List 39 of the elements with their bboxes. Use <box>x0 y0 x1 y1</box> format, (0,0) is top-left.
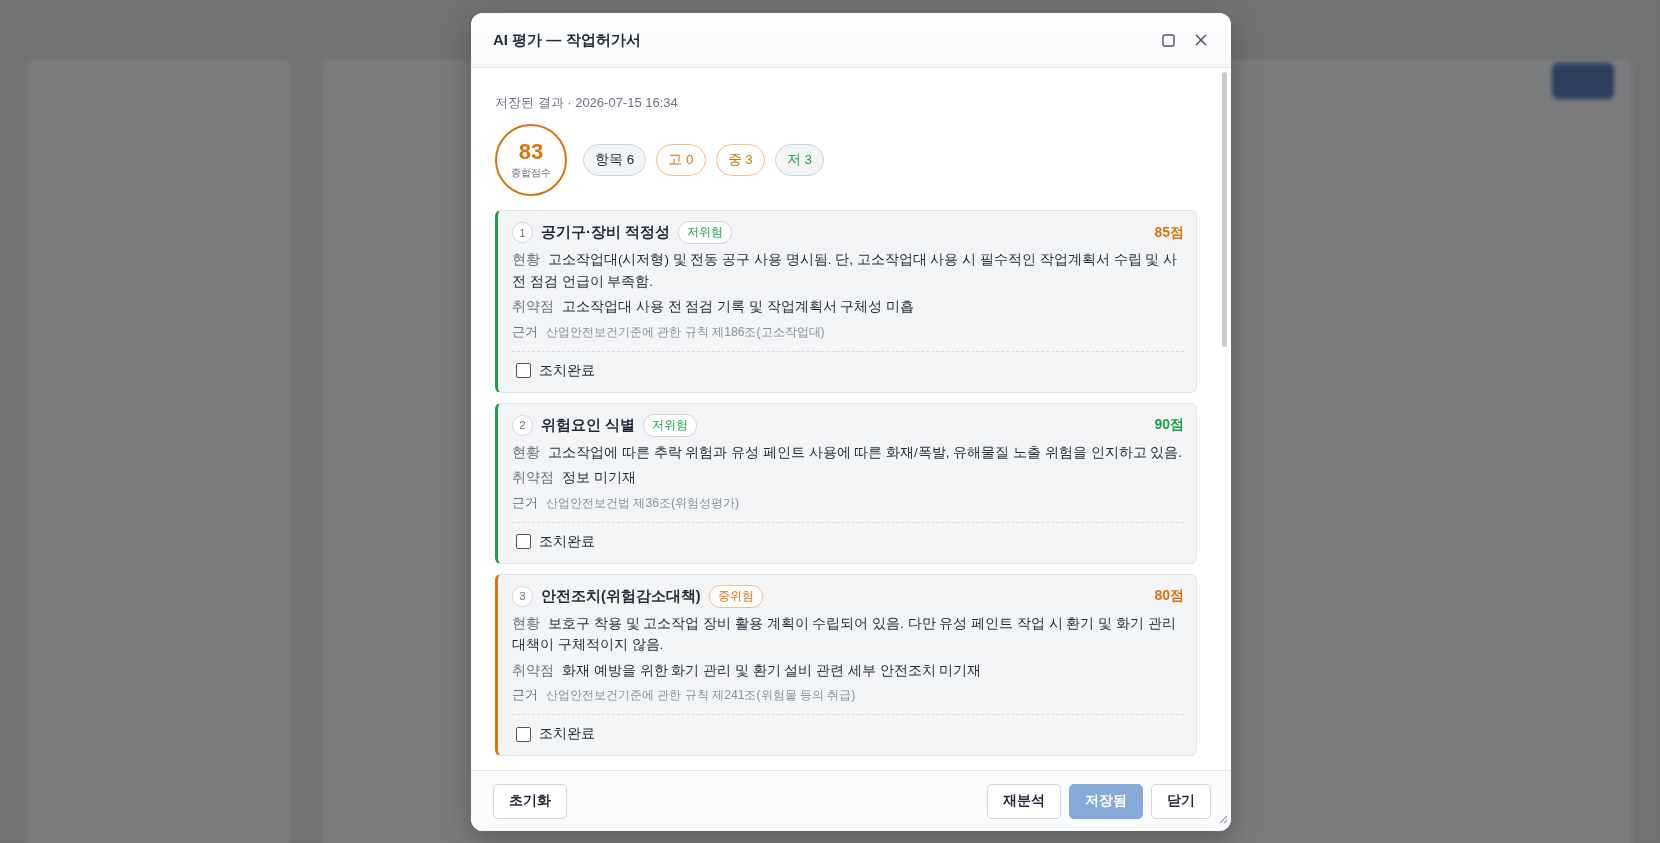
square-icon <box>1162 33 1175 47</box>
item-number: 2 <box>512 414 533 436</box>
count-chip: 고 0 <box>656 144 706 176</box>
scrollbar-thumb[interactable] <box>1222 72 1227 347</box>
score-value: 83 <box>518 140 544 163</box>
finding-text: 취약점 정보 미기재 <box>512 469 637 488</box>
count-chip: 저 3 <box>774 144 825 176</box>
finding-text: 취약점 고소작업대 사용 전 점검 기록 및 작업계획서 구체성 미흡 <box>512 298 915 317</box>
close-icon <box>1195 34 1207 46</box>
item-title: 공기구·장비 적정성 <box>541 223 670 242</box>
resize-grip-icon[interactable] <box>1218 814 1228 824</box>
finding-text: 취약점 화재 예방을 위한 화기 관리 및 환기 설비 관련 세부 안전조치 미기재 <box>512 661 983 680</box>
action-checkbox[interactable]: 조치완료 <box>512 530 1184 553</box>
action-checkbox[interactable]: 조치완료 <box>512 359 1184 382</box>
count-chip: 중 3 <box>715 144 765 176</box>
footer-button[interactable]: 재분석 <box>987 783 1061 819</box>
finding-text: 현황 고소작업에 따른 추락 위험과 유성 페인트 사용에 따른 화재/폭발, 유해물질 노출 위험을 인지하고 있음. <box>512 443 1183 462</box>
action-checkbox[interactable]: 조치완료 <box>512 723 1184 746</box>
item-score: 80점 <box>1154 587 1184 606</box>
footer-button[interactable]: 닫기 <box>1151 783 1211 819</box>
item-title: 안전조치(위험감소대책) <box>541 586 701 606</box>
item-number: 3 <box>512 585 533 607</box>
basis-text: 근거 산업안전보건기준에 관한 규칙 제186조(고소작업대) <box>512 322 826 341</box>
item-score: 90점 <box>1154 416 1184 435</box>
risk-badge: 중위험 <box>708 584 763 608</box>
item-score: 85점 <box>1154 223 1184 242</box>
basis-text: 근거 산업안전보건법 제36조(위험성평가) <box>512 493 741 512</box>
item-title: 위험요인 식별 <box>541 415 636 435</box>
saved-result-text: 저장된 결과 · 2026-07-15 16:34 <box>495 94 679 112</box>
dialog-title: AI 평가 — 작업허가서 <box>493 30 642 50</box>
item-number: 1 <box>512 222 533 243</box>
finding-text: 현황 고소작업대(시저형) 및 전동 공구 사용 명시됨. 단, 고소작업대 사용 시 필수적인 작업계획서 수립 및 사전 점검 언급이 부족함. <box>512 251 1178 291</box>
count-chip: 항목 6 <box>583 144 647 176</box>
basis-text: 근거 산업안전보건기준에 관한 규칙 제241조(위험물 등의 취급) <box>512 686 857 705</box>
risk-badge: 저위험 <box>677 221 732 244</box>
footer-button[interactable]: 초기화 <box>493 783 567 819</box>
score-label: 종합점수 <box>511 166 551 180</box>
finding-text: 현황 보호구 착용 및 고소작업 장비 활용 계획이 수립되어 있음. 다만 유성 페인트 작업 시 환기 및 화기 관리 대책이 구체적이지 않음. <box>512 614 1177 655</box>
risk-badge: 저위험 <box>643 413 698 437</box>
